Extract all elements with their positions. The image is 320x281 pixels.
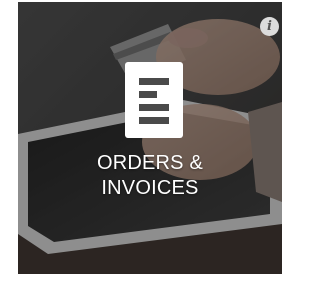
tile-title: ORDERS & INVOICES bbox=[18, 151, 282, 201]
tile-title-line2: INVOICES bbox=[101, 177, 199, 199]
overlay-shade bbox=[18, 2, 282, 274]
document-list-icon bbox=[125, 62, 183, 138]
info-icon[interactable]: i bbox=[260, 17, 279, 36]
tile-title-line1: ORDERS & bbox=[96, 152, 204, 174]
orders-invoices-tile[interactable]: ORDERS & INVOICES bbox=[18, 2, 282, 274]
